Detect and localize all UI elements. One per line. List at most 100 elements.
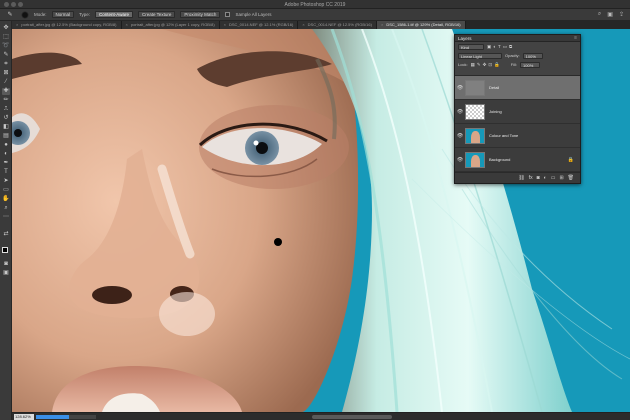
- fill-label: Fill:: [510, 62, 518, 67]
- close-tab-icon[interactable]: ×: [302, 21, 304, 29]
- rectangle-tool-icon[interactable]: ▭: [2, 187, 10, 194]
- brush-preset-picker[interactable]: [21, 10, 29, 19]
- content-aware-button[interactable]: Content-Aware: [95, 11, 133, 18]
- panel-menu-icon[interactable]: ≡: [574, 35, 577, 41]
- screen-mode-icon[interactable]: ▣: [2, 270, 10, 277]
- pen-tool-icon[interactable]: ✒: [2, 160, 10, 167]
- layers-panel-title: Layers: [458, 35, 472, 41]
- layer-row-joining[interactable]: 👁 Joining: [455, 100, 580, 124]
- fill-input[interactable]: 100%: [520, 61, 541, 68]
- crop-tool-icon[interactable]: ⌗: [2, 61, 10, 68]
- lock-transparent-icon[interactable]: ▦: [471, 62, 475, 68]
- tab-portrait-after-1[interactable]: × portrait_after.jpg @ 12.5% (Background …: [12, 21, 122, 29]
- layer-thumbnail: [465, 127, 485, 144]
- filter-shape-icon[interactable]: ▭: [503, 44, 507, 50]
- adjustment-layer-icon[interactable]: ◐: [544, 175, 547, 181]
- dodge-tool-icon[interactable]: ◐: [2, 151, 10, 158]
- tab-portrait-after-2[interactable]: × portrait_after.jpg @ 12% (Layer 1 copy,…: [121, 21, 220, 29]
- progress-bar: [36, 414, 96, 419]
- healing-brush-tool-icon[interactable]: ✚: [2, 88, 10, 95]
- filter-smart-object-icon[interactable]: ⧉: [509, 44, 512, 50]
- progress-bar-fill: [36, 414, 69, 419]
- new-group-icon[interactable]: ▭: [551, 175, 556, 181]
- visibility-eye-icon[interactable]: 👁: [455, 133, 465, 139]
- close-tab-icon[interactable]: ×: [16, 21, 18, 29]
- link-layers-icon[interactable]: ⛓: [518, 175, 524, 181]
- brush-tool-icon[interactable]: ✏: [2, 97, 10, 104]
- path-selection-tool-icon[interactable]: ➤: [2, 178, 10, 185]
- eraser-tool-icon[interactable]: ◧: [2, 124, 10, 131]
- create-texture-button[interactable]: Create Texture: [137, 11, 176, 18]
- workspace-icon[interactable]: ▣: [607, 11, 613, 18]
- lock-row: Lock: ▦ ✎ ✥ ⊡ 🔒 Fill: 100%: [455, 60, 580, 69]
- lock-label: Lock:: [458, 62, 468, 67]
- add-mask-icon[interactable]: ◙: [537, 175, 540, 181]
- horizontal-scrollbar[interactable]: [312, 415, 392, 419]
- new-layer-icon[interactable]: ⊞: [559, 175, 563, 181]
- visibility-eye-icon[interactable]: 👁: [455, 109, 465, 115]
- search-icon[interactable]: ⌕: [598, 11, 601, 18]
- hand-tool-icon[interactable]: ✋: [2, 196, 10, 203]
- options-bar: ✎ Mode: Normal Type: Content-Aware Creat…: [0, 9, 630, 21]
- layers-panel-header[interactable]: Layers ≡: [455, 35, 580, 42]
- blur-tool-icon[interactable]: ●: [2, 142, 10, 149]
- tab-dsc-0014-1[interactable]: × DSC_0014.NEF @ 12.1% (RGB/16): [219, 21, 299, 29]
- history-brush-tool-icon[interactable]: ↺: [2, 115, 10, 122]
- opacity-input[interactable]: 100%: [522, 52, 543, 59]
- lock-pixels-icon[interactable]: ✎: [477, 62, 481, 68]
- filter-kind-select[interactable]: Kind: [458, 43, 484, 50]
- close-tab-icon[interactable]: ×: [381, 21, 383, 29]
- layer-row-detail[interactable]: 👁 Detail: [455, 76, 580, 100]
- more-tools-icon[interactable]: ⋯: [2, 214, 10, 221]
- move-tool-icon[interactable]: ✥: [2, 25, 10, 32]
- visibility-eye-icon[interactable]: 👁: [455, 157, 465, 163]
- lasso-tool-icon[interactable]: ➰: [2, 43, 10, 50]
- blend-row: Linear Light Opacity: 100%: [455, 51, 580, 60]
- layer-row-background[interactable]: 👁 Background 🔒: [455, 148, 580, 172]
- quick-mask-icon[interactable]: ◙: [2, 261, 10, 268]
- frame-tool-icon[interactable]: ⊠: [2, 70, 10, 77]
- lock-icon: 🔒: [567, 156, 574, 163]
- tab-label: portrait_after.jpg @ 12.5% (Background c…: [21, 22, 117, 27]
- layer-name: Background: [489, 157, 511, 162]
- tab-dsc-0014-2[interactable]: × DSC_0014.NEF @ 12.5% (RGB/16): [298, 21, 377, 29]
- filter-type-icon[interactable]: T: [498, 44, 501, 50]
- layer-thumbnail: [465, 79, 485, 96]
- layer-style-icon[interactable]: fx: [529, 175, 533, 181]
- delete-layer-icon[interactable]: 🗑: [568, 175, 574, 181]
- tab-dsc-1586[interactable]: × DSC_1586-1.tif @ 129% (Detail, RGB/16): [376, 21, 466, 29]
- eyedropper-tool-icon[interactable]: ⁄: [2, 79, 10, 86]
- layers-panel: Layers ≡ Kind ▣ ◐ T ▭ ⧉ Linear Light Opa…: [454, 34, 581, 184]
- quick-select-tool-icon[interactable]: ✎: [2, 52, 10, 59]
- filter-pixel-icon[interactable]: ▣: [487, 44, 491, 50]
- type-label: Type:: [79, 12, 91, 17]
- blend-mode-select[interactable]: Linear Light: [458, 52, 502, 59]
- layers-panel-footer: ⛓ fx ◙ ◐ ▭ ⊞ 🗑: [455, 172, 580, 183]
- layer-name: Colour and Tone: [489, 133, 519, 138]
- visibility-eye-icon[interactable]: 👁: [455, 85, 465, 91]
- layers-list: 👁 Detail 👁 Joining 👁 Colour and Tone 👁 B…: [455, 75, 580, 172]
- foreground-color-swatch[interactable]: [2, 247, 8, 253]
- marquee-tool-icon[interactable]: ⬚: [2, 34, 10, 41]
- layer-row-colour-and-tone[interactable]: 👁 Colour and Tone: [455, 124, 580, 148]
- swap-colors-icon[interactable]: ⇄: [2, 231, 10, 238]
- zoom-level-field[interactable]: 128.62%: [14, 413, 34, 420]
- app-title: Adobe Photoshop CC 2019: [284, 2, 346, 8]
- lock-all-icon[interactable]: 🔒: [494, 62, 500, 68]
- close-tab-icon[interactable]: ×: [224, 21, 226, 29]
- close-tab-icon[interactable]: ×: [126, 21, 128, 29]
- document-tabs: × portrait_after.jpg @ 12.5% (Background …: [12, 21, 630, 29]
- lock-position-icon[interactable]: ✥: [483, 62, 487, 68]
- lock-artboard-icon[interactable]: ⊡: [488, 62, 492, 68]
- sample-all-layers-checkbox[interactable]: [225, 12, 231, 17]
- zoom-tool-icon[interactable]: ⌕: [2, 205, 10, 212]
- filter-adjustment-icon[interactable]: ◐: [493, 44, 496, 50]
- proximity-match-button[interactable]: Proximity Match: [180, 11, 221, 18]
- mode-select[interactable]: Normal: [51, 11, 75, 18]
- type-tool-icon[interactable]: T: [2, 169, 10, 176]
- gradient-tool-icon[interactable]: ▤: [2, 133, 10, 140]
- layer-thumbnail: [465, 103, 485, 120]
- brush-tool-icon[interactable]: ✎: [4, 11, 16, 19]
- share-icon[interactable]: ⇪: [619, 11, 624, 18]
- clone-stamp-tool-icon[interactable]: ⎍: [2, 106, 10, 113]
